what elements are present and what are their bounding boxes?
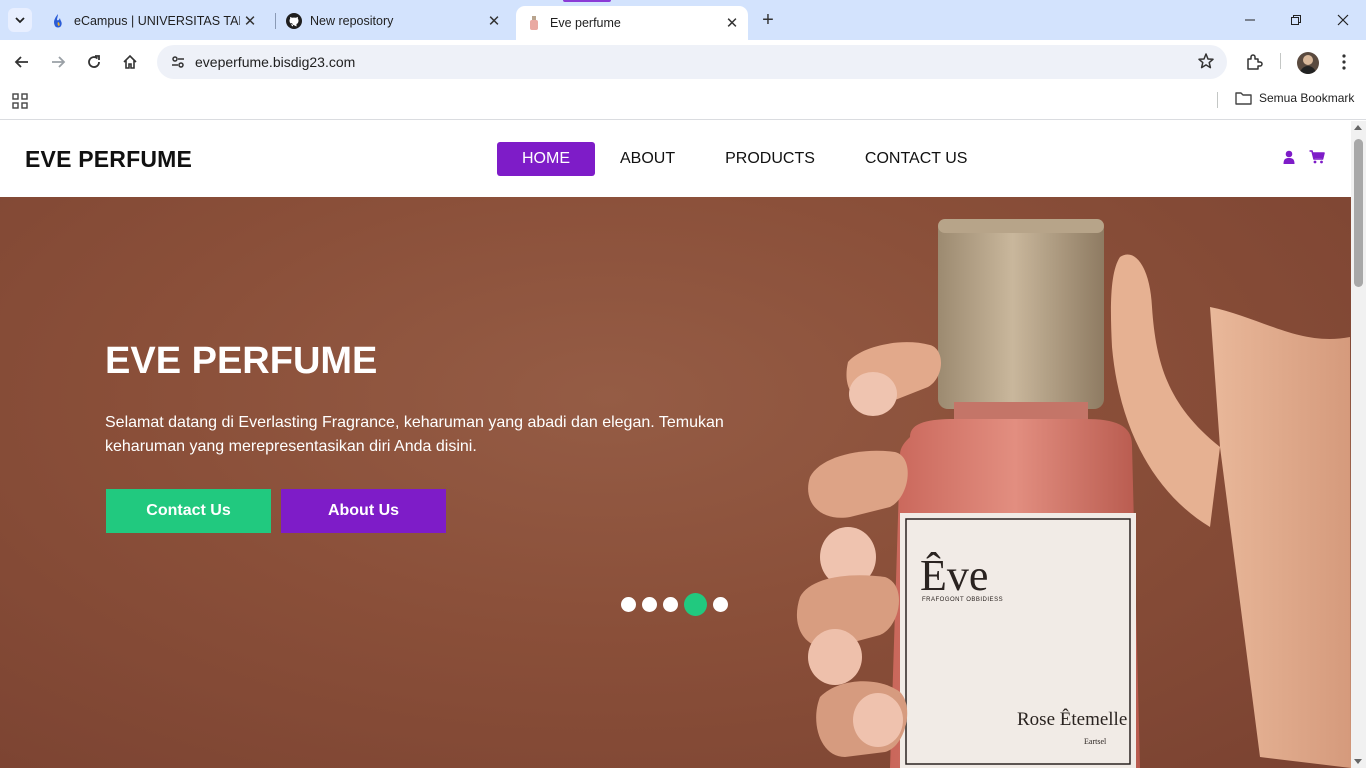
forward-button[interactable]: [44, 48, 72, 76]
page-scrollbar[interactable]: [1351, 121, 1366, 768]
close-icon[interactable]: ✕: [240, 11, 260, 31]
minimize-icon: [1245, 19, 1255, 21]
bookmark-star-icon[interactable]: [1197, 52, 1215, 75]
tab-title: eCampus | UNIVERSITAS TANGERANG RAYA: [74, 14, 240, 28]
home-button[interactable]: [116, 48, 144, 76]
user-icon[interactable]: [1283, 150, 1295, 169]
toolbar-separator: [1280, 53, 1281, 69]
hero-banner: Êve FRAFOGONT OBBIDIESS Rose Êtemelle Ea…: [0, 197, 1351, 768]
plus-icon: +: [762, 8, 774, 31]
carousel-dot-1[interactable]: [621, 597, 636, 612]
folder-icon: [1235, 92, 1252, 105]
more-vert-icon: [1342, 54, 1346, 70]
nav-home[interactable]: HOME: [497, 142, 595, 176]
browser-toolbar: eveperfume.bisdig23.com: [0, 40, 1366, 84]
carousel-dot-5[interactable]: [713, 597, 728, 612]
site-info-icon[interactable]: [163, 54, 193, 70]
site-logo[interactable]: EVE PERFUME: [25, 146, 192, 173]
github-icon: [286, 13, 302, 29]
tab-title: New repository: [310, 14, 394, 28]
scroll-thumb[interactable]: [1354, 139, 1363, 287]
ecampus-flame-icon: [50, 13, 66, 29]
perfume-bottle-icon: [526, 15, 542, 31]
address-bar[interactable]: eveperfume.bisdig23.com: [157, 45, 1227, 79]
reload-button[interactable]: [80, 48, 108, 76]
bottle-type-text: Eartsel: [1084, 737, 1107, 746]
all-bookmarks-button[interactable]: Semua Bookmark: [1235, 91, 1354, 105]
close-window-button[interactable]: [1320, 6, 1366, 34]
arrow-left-icon: [14, 56, 28, 68]
bookmarks-divider: [1217, 92, 1218, 108]
about-us-button[interactable]: About Us: [281, 489, 446, 533]
audio-indicator: [563, 0, 611, 2]
nav-products[interactable]: PRODUCTS: [700, 142, 840, 176]
main-nav: HOME ABOUT PRODUCTS CONTACT US: [497, 142, 992, 176]
scroll-down-arrow-icon[interactable]: [1354, 759, 1362, 764]
all-bookmarks-label: Semua Bookmark: [1259, 91, 1355, 105]
cart-icon[interactable]: [1309, 150, 1325, 169]
restore-icon: [1291, 15, 1301, 25]
reload-icon: [88, 55, 100, 68]
contact-us-button[interactable]: Contact Us: [106, 489, 271, 533]
hero-perfume-image: Êve FRAFOGONT OBBIDIESS Rose Êtemelle Ea…: [796, 219, 1351, 768]
scroll-up-arrow-icon[interactable]: [1354, 125, 1362, 130]
arrow-right-icon: [52, 56, 66, 68]
close-icon[interactable]: ✕: [722, 13, 742, 33]
nav-about[interactable]: ABOUT: [595, 142, 700, 176]
tab-eve-perfume[interactable]: Eve perfume ✕: [516, 6, 748, 40]
minimize-button[interactable]: [1227, 6, 1273, 34]
carousel-indicators: [621, 593, 734, 616]
close-icon[interactable]: ✕: [484, 11, 504, 31]
restore-button[interactable]: [1273, 6, 1319, 34]
tab-ecampus[interactable]: eCampus | UNIVERSITAS TANGERANG RAYA ✕: [40, 6, 272, 36]
tab-github[interactable]: New repository ✕: [276, 6, 510, 36]
close-icon: [1337, 14, 1349, 26]
header-icons: [1283, 150, 1325, 169]
chevron-down-icon: [15, 17, 25, 24]
bottle-brand-text: Êve: [920, 551, 988, 600]
hero-description: Selamat datang di Everlasting Fragrance,…: [105, 414, 724, 455]
menu-button[interactable]: [1330, 48, 1358, 76]
nav-contact-us[interactable]: CONTACT US: [840, 142, 993, 176]
profile-avatar[interactable]: [1297, 52, 1319, 74]
url-text: eveperfume.bisdig23.com: [195, 54, 356, 70]
apps-grid-icon[interactable]: [11, 92, 29, 110]
carousel-dot-3[interactable]: [663, 597, 678, 612]
page-viewport: EVE PERFUME HOME ABOUT PRODUCTS CONTACT …: [0, 121, 1351, 768]
back-button[interactable]: [8, 48, 36, 76]
tab-search-button[interactable]: [8, 8, 32, 32]
new-tab-button[interactable]: +: [756, 8, 780, 32]
tab-title: Eve perfume: [550, 16, 621, 30]
tab-strip: eCampus | UNIVERSITAS TANGERANG RAYA ✕ N…: [0, 0, 1366, 40]
extensions-button[interactable]: [1240, 48, 1268, 76]
carousel-dot-2[interactable]: [642, 597, 657, 612]
home-icon: [123, 54, 137, 69]
carousel-dot-4[interactable]: [684, 593, 707, 616]
bottle-subtitle-text: FRAFOGONT OBBIDIESS: [922, 597, 1003, 603]
puzzle-icon: [1247, 54, 1263, 70]
bookmarks-bar: Semua Bookmark: [0, 84, 1366, 120]
hero-title: EVE PERFUME: [105, 340, 378, 382]
site-header: EVE PERFUME HOME ABOUT PRODUCTS CONTACT …: [0, 121, 1351, 197]
bottle-name-text: Rose Êtemelle: [1017, 708, 1127, 730]
